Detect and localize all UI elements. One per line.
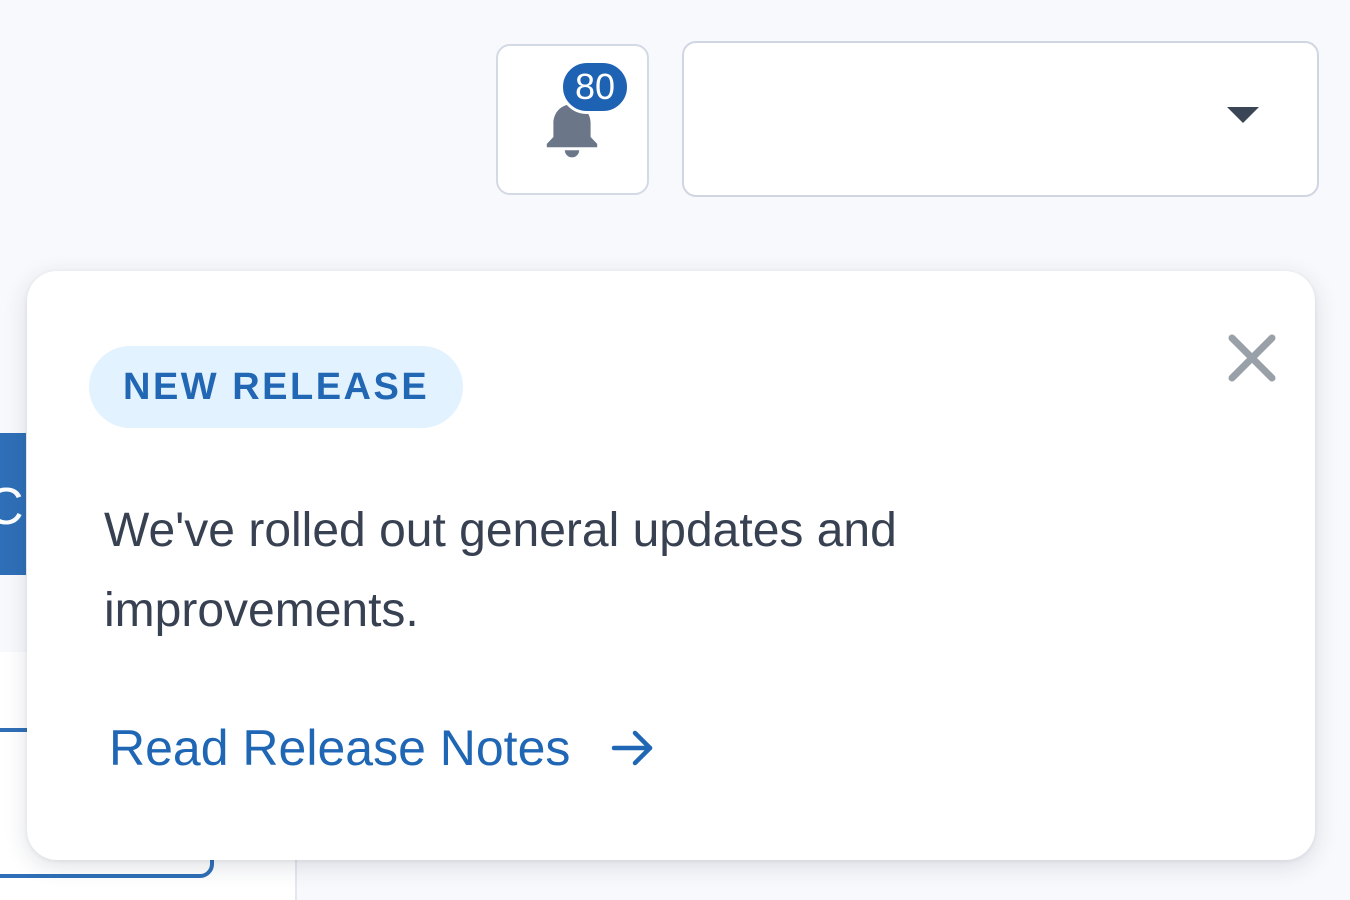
arrow-right-icon [612,730,653,766]
caret-down-icon [1227,107,1259,123]
background-blue-tab[interactable]: C [0,433,26,575]
read-release-notes-label: Read Release Notes [109,720,571,776]
new-release-tag: NEW RELEASE [89,346,464,428]
background-blue-tab-label: C [0,478,24,536]
read-release-notes-link[interactable]: Read Release Notes [109,719,656,777]
account-select[interactable] [682,41,1319,197]
notifications-button[interactable]: 80 [496,44,649,195]
close-popover-button[interactable] [1222,328,1282,388]
release-notes-popover: NEW RELEASE We've rolled out general upd… [27,271,1315,860]
release-message: We've rolled out general updates and imp… [104,504,897,637]
notification-count-badge: 80 [560,60,630,114]
close-icon [1228,334,1276,382]
